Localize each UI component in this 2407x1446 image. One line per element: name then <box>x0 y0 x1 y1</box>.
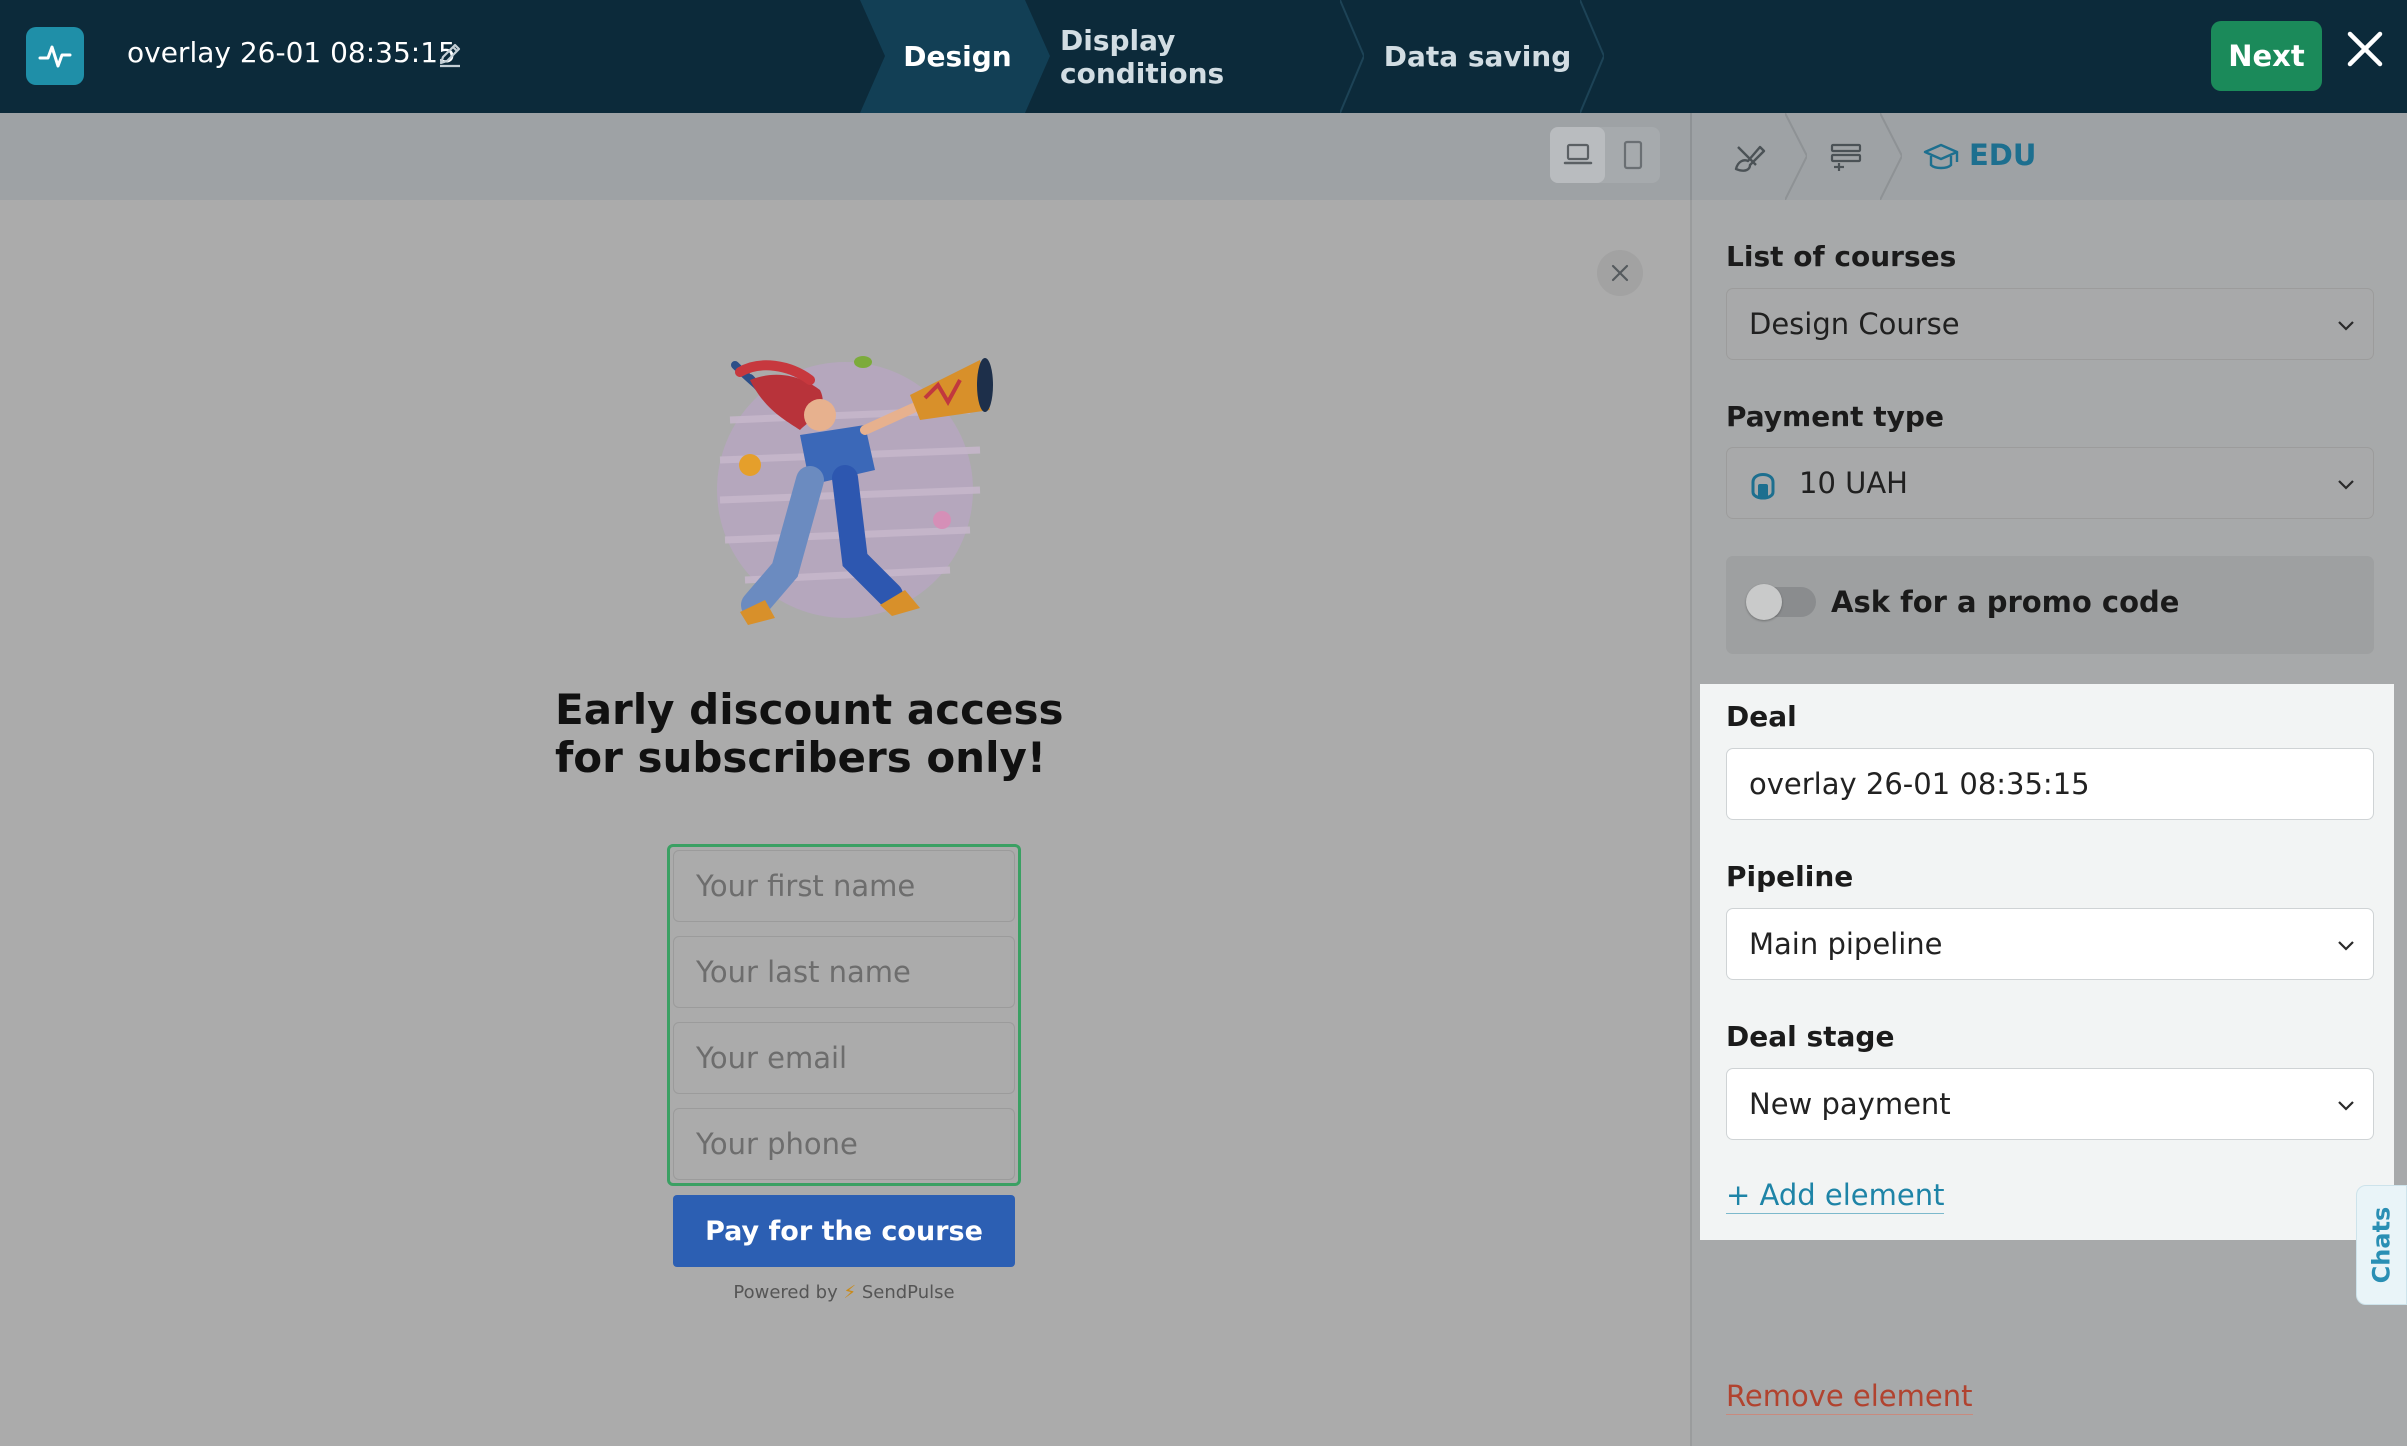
powered-by-prefix: Powered by <box>733 1282 838 1303</box>
desktop-icon[interactable] <box>1550 127 1605 183</box>
promo-code-toggle-knob[interactable] <box>1746 584 1782 620</box>
deal-stage-label: Deal stage <box>1726 1020 1895 1053</box>
pay-for-course-button[interactable]: Pay for the course <box>673 1195 1015 1267</box>
courses-select-value: Design Course <box>1749 307 1960 341</box>
megaphone-girl-illustration <box>717 356 993 625</box>
device-switcher <box>1550 127 1660 183</box>
breadcrumb-divider <box>1785 113 1807 200</box>
chevron-down-icon <box>2338 480 2354 490</box>
deal-name-input[interactable]: overlay 26-01 08:35:15 <box>1726 748 2374 820</box>
document-title: overlay 26-01 08:35:15 <box>127 36 456 69</box>
chats-tab-label: Chats <box>2367 1206 2396 1284</box>
chevron-down-icon <box>2338 321 2354 331</box>
payment-type-select[interactable]: 10 UAH <box>1726 447 2374 519</box>
deal-stage-select-value: New payment <box>1749 1087 1951 1121</box>
pipeline-select-value: Main pipeline <box>1749 927 1943 961</box>
last-name-field[interactable]: Your last name <box>673 936 1015 1008</box>
payment-icon <box>1751 473 1775 500</box>
close-icon[interactable] <box>2346 30 2384 68</box>
pipeline-label: Pipeline <box>1726 860 1854 893</box>
popup-close-icon[interactable] <box>1597 250 1643 296</box>
pulse-logo-icon[interactable] <box>26 27 84 85</box>
canvas-toolbar <box>0 113 1690 200</box>
form-fields-icon[interactable] <box>1826 137 1866 177</box>
pencil-icon[interactable] <box>434 38 466 70</box>
promo-code-label: Ask for a promo code <box>1831 585 2180 619</box>
breadcrumb-divider <box>1880 113 1902 200</box>
tab-design[interactable]: Design <box>880 0 1035 113</box>
lightning-icon: ⚡ <box>843 1282 857 1303</box>
payment-type-value: 10 UAH <box>1799 466 1908 500</box>
graduation-cap-icon[interactable] <box>1921 137 1961 177</box>
deal-label: Deal <box>1726 700 1797 733</box>
step-divider <box>1340 0 1364 113</box>
chats-tab[interactable]: Chats <box>2356 1185 2407 1305</box>
top-bar: overlay 26-01 08:35:15 Design Display co… <box>0 0 2407 113</box>
tab-data-saving[interactable]: Data saving <box>1370 0 1585 113</box>
tab-display-conditions[interactable]: Display conditions <box>1060 0 1340 113</box>
add-element-link[interactable]: + Add element <box>1726 1177 1945 1214</box>
powered-by[interactable]: Powered by ⚡ SendPulse <box>673 1282 1015 1303</box>
courses-label: List of courses <box>1726 240 1957 273</box>
popup-headline: Early discount access for subscribers on… <box>555 685 1064 782</box>
first-name-field[interactable]: Your first name <box>673 850 1015 922</box>
remove-element-link[interactable]: Remove element <box>1726 1378 1973 1415</box>
breadcrumb-edu[interactable]: EDU <box>1969 138 2036 172</box>
chevron-down-icon <box>2338 941 2354 951</box>
deal-stage-select[interactable]: New payment <box>1726 1068 2374 1140</box>
pipeline-select[interactable]: Main pipeline <box>1726 908 2374 980</box>
brush-icon[interactable] <box>1728 137 1768 177</box>
payment-type-label: Payment type <box>1726 400 1944 433</box>
email-field[interactable]: Your email <box>673 1022 1015 1094</box>
powered-by-brand: SendPulse <box>861 1282 955 1303</box>
mobile-icon[interactable] <box>1605 127 1660 183</box>
phone-field[interactable]: Your phone <box>673 1108 1015 1180</box>
next-button[interactable]: Next <box>2211 21 2322 91</box>
courses-select[interactable]: Design Course <box>1726 288 2374 360</box>
chevron-down-icon <box>2338 1101 2354 1111</box>
